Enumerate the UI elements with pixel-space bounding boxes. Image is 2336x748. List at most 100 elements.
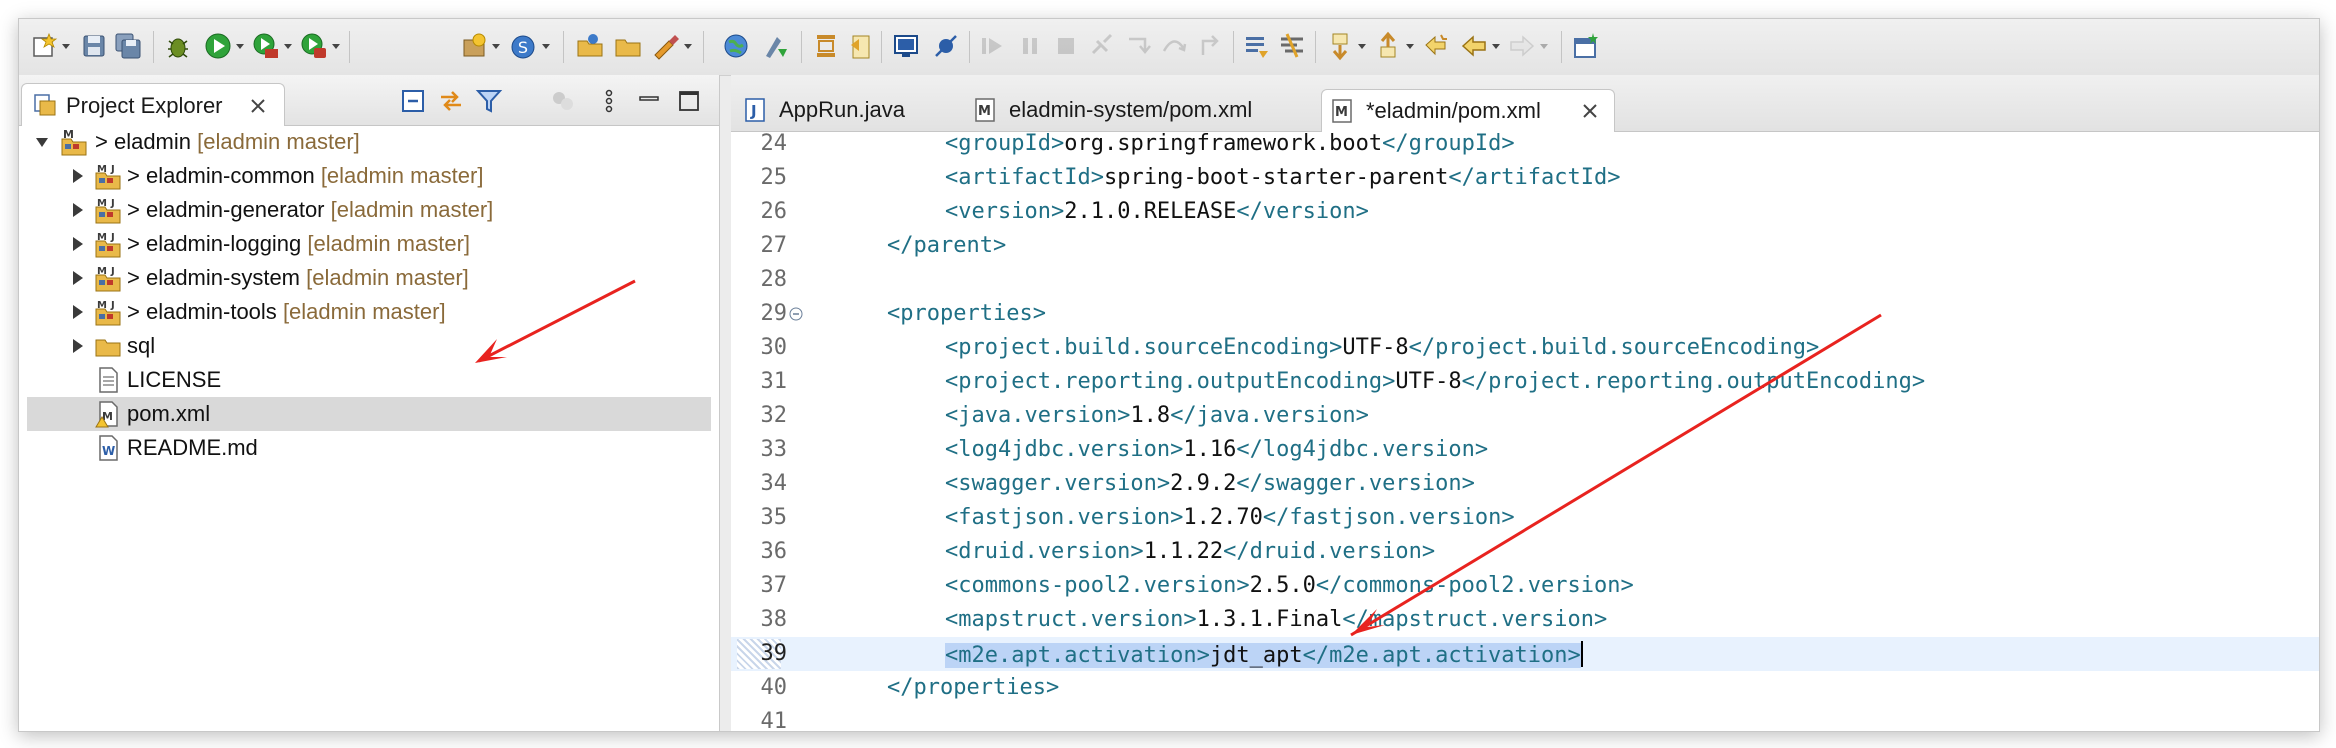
last-edit-icon[interactable] [1421,31,1451,61]
code-line[interactable]: 38 <mapstruct.version>1.3.1.Final</mapstr… [731,603,2319,637]
refactor-icon[interactable] [761,31,791,61]
code-text: <commons-pool2.version>2.5.0</commons-po… [945,573,1634,598]
tab-eladmin-system-pom[interactable]: M eladmin-system/pom.xml [965,89,1315,131]
tree-item-readme[interactable]: W README.md [19,431,719,465]
back-icon[interactable] [1459,31,1489,61]
open-type-icon[interactable] [575,31,605,61]
code-line[interactable]: 30 <project.build.sourceEncoding>UTF-8</p… [731,331,2319,365]
tree-item-pom-xml[interactable]: M pom.xml [27,397,711,431]
save-all-icon[interactable] [113,31,143,61]
terminate-icon[interactable] [1051,31,1081,61]
chevron-down-icon[interactable] [233,39,247,53]
tree-item-eladmin-system[interactable]: MJ > eladmin-system [eladmin master] [19,261,719,295]
new-icon[interactable] [29,31,59,61]
open-perspective-icon[interactable] [1571,31,1601,61]
xml-tag: <m2e.apt.activation> [945,643,1210,668]
code-line[interactable]: 26 <version>2.1.0.RELEASE</version> [731,195,2319,229]
code-line[interactable]: 35 <fastjson.version>1.2.70</fastjson.ver… [731,501,2319,535]
external-tools-icon[interactable] [299,31,329,61]
line-number: 41 [760,709,788,731]
fold-collapse-icon[interactable] [789,307,803,321]
console-icon[interactable] [891,31,921,61]
clipboard-icon[interactable] [845,31,875,61]
collapsed-arrow-icon[interactable] [71,304,85,320]
code-line[interactable]: 29 <properties> [731,297,2319,331]
disconnect-icon[interactable] [1087,31,1117,61]
tab-apprun-java[interactable]: J AppRun.java [735,89,961,131]
annotation-icon[interactable] [1241,31,1271,61]
close-icon[interactable] [1580,101,1600,121]
task-icon[interactable] [811,31,841,61]
tree-item-eladmin-generator[interactable]: MJ > eladmin-generator [eladmin master] [19,193,719,227]
code-line[interactable]: 32 <java.version>1.8</java.version> [731,399,2319,433]
filter-icon[interactable] [475,87,503,115]
step-over-icon[interactable] [1159,31,1189,61]
code-line[interactable]: 28 [731,263,2319,297]
code-line[interactable]: 34 <swagger.version>2.9.2</swagger.versio… [731,467,2319,501]
xml-tag: </commons-pool2.version> [1315,573,1634,598]
chevron-down-icon[interactable] [489,39,503,53]
collapsed-arrow-icon[interactable] [71,236,85,252]
chevron-down-icon[interactable] [1489,39,1503,53]
line-number: 35 [760,505,788,530]
collapse-all-icon[interactable] [399,87,427,115]
xml-source-editor[interactable]: 24 <groupId>org.springframework.boot</gro… [731,131,2319,731]
collapsed-arrow-icon[interactable] [71,338,85,354]
code-line[interactable]: 24 <groupId>org.springframework.boot</gro… [731,131,2319,161]
new-java-project-icon[interactable] [459,31,489,61]
suspend-icon[interactable] [1015,31,1045,61]
save-icon[interactable] [79,31,109,61]
working-sets-icon[interactable] [549,87,577,115]
collapsed-arrow-icon[interactable] [71,270,85,286]
tab-project-explorer[interactable]: Project Explorer [21,83,285,126]
chevron-down-icon[interactable] [1355,39,1369,53]
globe-icon[interactable] [721,31,751,61]
maximize-icon[interactable] [675,87,703,115]
code-line[interactable]: 27 </parent> [731,229,2319,263]
debug-icon[interactable] [163,31,193,61]
chevron-down-icon[interactable] [681,39,695,53]
tab-eladmin-pom[interactable]: M *eladmin/pom.xml [1321,89,1615,132]
view-menu-icon[interactable] [595,87,623,115]
new-class-icon[interactable]: S [509,31,539,61]
code-line[interactable]: 31 <project.reporting.outputEncoding>UTF-… [731,365,2319,399]
tree-item-eladmin-logging[interactable]: MJ > eladmin-logging [eladmin master] [19,227,719,261]
step-into-icon[interactable] [1123,31,1153,61]
tree-item-eladmin-common[interactable]: MJ > eladmin-common [eladmin master] [19,159,719,193]
toggle-mark-icon[interactable] [1277,31,1307,61]
tree-item-sql[interactable]: sql [19,329,719,363]
chevron-down-icon[interactable] [281,39,295,53]
step-return-icon[interactable] [1195,31,1225,61]
chevron-down-icon[interactable] [329,39,343,53]
chevron-down-icon[interactable] [539,39,553,53]
link-with-editor-icon[interactable] [437,87,465,115]
minimize-icon[interactable] [635,87,663,115]
code-line[interactable]: 33 <log4jdbc.version>1.16</log4jdbc.versi… [731,433,2319,467]
chevron-down-icon[interactable] [1403,39,1417,53]
next-annotation-icon[interactable] [1325,31,1355,61]
chevron-down-icon[interactable] [1537,39,1551,53]
code-line[interactable]: 39 <m2e.apt.activation>jdt_apt</m2e.apt.a… [731,637,2319,671]
run-icon[interactable] [203,31,233,61]
expanded-arrow-icon[interactable] [35,134,49,150]
code-line[interactable]: 25 <artifactId>spring-boot-starter-parent… [731,161,2319,195]
collapsed-arrow-icon[interactable] [71,202,85,218]
forward-icon[interactable] [1507,31,1537,61]
coverage-icon[interactable] [251,31,281,61]
skip-breakpoints-icon[interactable] [931,31,961,61]
xml-tag: <artifactId> [945,165,1104,190]
code-line[interactable]: 37 <commons-pool2.version>2.5.0</commons-… [731,569,2319,603]
resume-icon[interactable] [977,31,1007,61]
prev-annotation-icon[interactable] [1373,31,1403,61]
collapsed-arrow-icon[interactable] [71,168,85,184]
close-icon[interactable] [248,96,268,116]
code-line[interactable]: 41 [731,705,2319,731]
code-line[interactable]: 40 </properties> [731,671,2319,705]
open-folder-icon[interactable] [613,31,643,61]
tree-item-license[interactable]: LICENSE [19,363,719,397]
tree-item-eladmin[interactable]: M > eladmin [eladmin master] [19,125,719,159]
tree-item-eladmin-tools[interactable]: MJ > eladmin-tools [eladmin master] [19,295,719,329]
chevron-down-icon[interactable] [59,39,73,53]
code-line[interactable]: 36 <druid.version>1.1.22</druid.version> [731,535,2319,569]
search-icon[interactable] [651,31,681,61]
